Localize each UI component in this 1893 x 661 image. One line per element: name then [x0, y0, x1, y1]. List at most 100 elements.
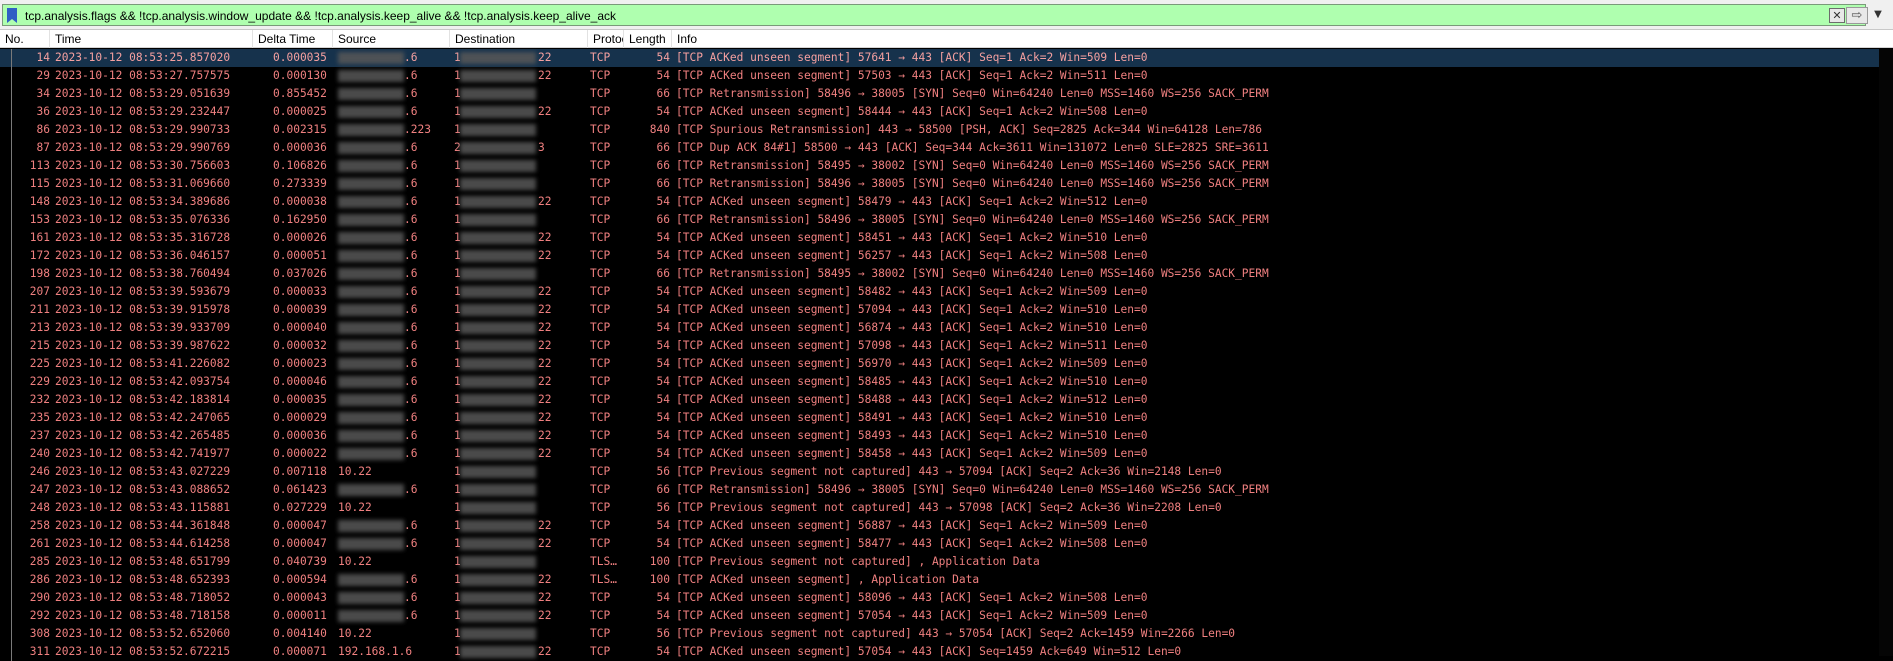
packet-row[interactable]: 290 2023-10-12 08:53:48.718052 0.000043.6 1…	[0, 589, 1893, 607]
packet-time: 2023-10-12 08:53:29.990733	[55, 123, 231, 136]
packet-destination	[454, 265, 588, 283]
packet-protocol: TCP	[590, 357, 611, 370]
packet-row[interactable]: 161 2023-10-12 08:53:35.316728 0.000026.6 1…	[0, 229, 1893, 247]
packet-row[interactable]: 213 2023-10-12 08:53:39.933709 0.000040.6 1…	[0, 319, 1893, 337]
packet-info: [TCP ACKed unseen segment] 58096 → 443 […	[676, 591, 1148, 604]
column-header-info[interactable]: Info	[672, 30, 1893, 48]
packet-row[interactable]: 246 2023-10-12 08:53:43.027229 0.007118 10.…	[0, 463, 1893, 481]
packet-time: 2023-10-12 08:53:42.093754	[55, 375, 231, 388]
packet-source: .6	[404, 177, 418, 190]
packet-protocol: TCP	[590, 51, 611, 64]
packet-delta-time: 0.040739	[273, 555, 327, 568]
packet-number: 232	[29, 393, 50, 406]
column-header-source[interactable]: Source	[333, 30, 450, 48]
packet-destination: 22	[538, 285, 552, 298]
packet-info: [TCP Previous segment not captured] 443 …	[676, 501, 1222, 514]
packet-number: 308	[29, 627, 50, 640]
display-filter-input[interactable]	[25, 7, 1805, 25]
packet-number: 198	[29, 267, 50, 280]
packet-row[interactable]: 285 2023-10-12 08:53:48.651799 0.040739 10.…	[0, 553, 1893, 571]
packet-row[interactable]: 153 2023-10-12 08:53:35.076336 0.162950.6 1…	[0, 211, 1893, 229]
packet-protocol: TCP	[590, 195, 611, 208]
packet-row[interactable]: 148 2023-10-12 08:53:34.389686 0.000038.6 1…	[0, 193, 1893, 211]
packet-list[interactable]: 14 2023-10-12 08:53:25.857020 0.000035.6 1 2…	[0, 49, 1893, 661]
packet-row[interactable]: 235 2023-10-12 08:53:42.247065 0.000029.6 1…	[0, 409, 1893, 427]
packet-number: 36	[36, 105, 50, 118]
packet-length: 66	[656, 87, 670, 100]
packet-source: .6	[404, 141, 418, 154]
packet-row[interactable]: 115 2023-10-12 08:53:31.069660 0.273339.6 1…	[0, 175, 1893, 193]
packet-row[interactable]: 240 2023-10-12 08:53:42.741977 0.000022.6 1…	[0, 445, 1893, 463]
bookmark-icon[interactable]	[7, 8, 17, 23]
packet-row[interactable]: 215 2023-10-12 08:53:39.987622 0.000032.6 1…	[0, 337, 1893, 355]
packet-time: 2023-10-12 08:53:42.265485	[55, 429, 231, 442]
packet-row[interactable]: 261 2023-10-12 08:53:44.614258 0.000047.6 1…	[0, 535, 1893, 553]
packet-delta-time: 0.000036	[273, 141, 327, 154]
packet-row[interactable]: 113 2023-10-12 08:53:30.756603 0.106826.6 1…	[0, 157, 1893, 175]
packet-length: 66	[656, 177, 670, 190]
packet-row[interactable]: 225 2023-10-12 08:53:41.226082 0.000023.6 1…	[0, 355, 1893, 373]
packet-row[interactable]: 14 2023-10-12 08:53:25.857020 0.000035.6 1 2…	[0, 49, 1893, 67]
packet-number: 286	[29, 573, 50, 586]
packet-row[interactable]: 311 2023-10-12 08:53:52.672215 0.000071 192…	[0, 643, 1893, 661]
packet-destination: 22	[538, 51, 552, 64]
packet-delta-time: 0.000025	[273, 105, 327, 118]
packet-length: 54	[656, 537, 670, 550]
column-header-protocol[interactable]: Protocol	[588, 30, 624, 48]
packet-row[interactable]: 198 2023-10-12 08:53:38.760494 0.037026.6 1…	[0, 265, 1893, 283]
packet-protocol: TLS…	[590, 555, 617, 568]
packet-row[interactable]: 229 2023-10-12 08:53:42.093754 0.000046.6 1…	[0, 373, 1893, 391]
packet-source: .6	[404, 447, 418, 460]
packet-protocol: TCP	[590, 339, 611, 352]
packet-info: [TCP Retransmission] 58496 → 38005 [SYN]…	[676, 213, 1269, 226]
packet-row[interactable]: 34 2023-10-12 08:53:29.051639 0.855452.6 1 T…	[0, 85, 1893, 103]
packet-time: 2023-10-12 08:53:41.226082	[55, 357, 231, 370]
packet-info: [TCP ACKed unseen segment] 58493 → 443 […	[676, 429, 1148, 442]
packet-source: .6	[404, 51, 418, 64]
packet-number: 240	[29, 447, 50, 460]
packet-destination	[454, 121, 588, 139]
packet-destination	[454, 481, 588, 499]
packet-source: 10.22	[338, 465, 372, 478]
packet-list-scrollbar[interactable]	[1879, 49, 1893, 656]
packet-info: [TCP Spurious Retransmission] 443 → 5850…	[676, 123, 1262, 136]
packet-row[interactable]: 207 2023-10-12 08:53:39.593679 0.000033.6 1…	[0, 283, 1893, 301]
packet-length: 54	[656, 429, 670, 442]
packet-row[interactable]: 286 2023-10-12 08:53:48.652393 0.000594 .6 1…	[0, 571, 1893, 589]
clear-filter-icon[interactable]: ✕	[1829, 8, 1845, 23]
packet-row[interactable]: 211 2023-10-12 08:53:39.915978 0.000039.6 1…	[0, 301, 1893, 319]
packet-source: .6	[404, 609, 418, 622]
packet-row[interactable]: 247 2023-10-12 08:53:43.088652 0.061423.6 1…	[0, 481, 1893, 499]
packet-time: 2023-10-12 08:53:31.069660	[55, 177, 231, 190]
column-header-delta-time[interactable]: Delta Time	[253, 30, 333, 48]
packet-protocol: TCP	[590, 411, 611, 424]
packet-row[interactable]: 87 2023-10-12 08:53:29.990769 0.000036.6 2 3…	[0, 139, 1893, 157]
packet-row[interactable]: 29 2023-10-12 08:53:27.757575 0.000130.6 1 2…	[0, 67, 1893, 85]
apply-filter-button[interactable]: ⇨	[1846, 7, 1868, 24]
packet-number: 113	[29, 159, 50, 172]
filter-history-dropdown-icon[interactable]: ▼	[1869, 6, 1887, 24]
packet-row[interactable]: 172 2023-10-12 08:53:36.046157 0.000051.6 1…	[0, 247, 1893, 265]
column-header-time[interactable]: Time	[50, 30, 253, 48]
packet-row[interactable]: 232 2023-10-12 08:53:42.183814 0.000035.6 1…	[0, 391, 1893, 409]
packet-row[interactable]: 258 2023-10-12 08:53:44.361848 0.000047.6 1…	[0, 517, 1893, 535]
packet-info: [TCP ACKed unseen segment] 57094 → 443 […	[676, 303, 1148, 316]
packet-time: 2023-10-12 08:53:36.046157	[55, 249, 231, 262]
packet-row[interactable]: 237 2023-10-12 08:53:42.265485 0.000036.6 1…	[0, 427, 1893, 445]
column-header-length[interactable]: Length	[624, 30, 672, 48]
packet-info: [TCP ACKed unseen segment] 58451 → 443 […	[676, 231, 1148, 244]
packet-source: .6	[404, 105, 418, 118]
packet-row[interactable]: 308 2023-10-12 08:53:52.652060 0.004140 10.…	[0, 625, 1893, 643]
packet-row[interactable]: 248 2023-10-12 08:53:43.115881 0.027229 10.…	[0, 499, 1893, 517]
column-header-destination[interactable]: Destination	[450, 30, 588, 48]
packet-row[interactable]: 86 2023-10-12 08:53:29.990733 0.002315 .223…	[0, 121, 1893, 139]
packet-number: 211	[29, 303, 50, 316]
packet-row[interactable]: 36 2023-10-12 08:53:29.232447 0.000025.6 1 2…	[0, 103, 1893, 121]
packet-row[interactable]: 292 2023-10-12 08:53:48.718158 0.000011.6 1…	[0, 607, 1893, 625]
packet-number: 87	[36, 141, 50, 154]
packet-length: 100	[649, 555, 670, 568]
packet-length: 66	[656, 141, 670, 154]
column-header-no[interactable]: No.	[0, 30, 50, 48]
packet-number: 261	[29, 537, 50, 550]
packet-source: 10.22	[338, 501, 372, 514]
